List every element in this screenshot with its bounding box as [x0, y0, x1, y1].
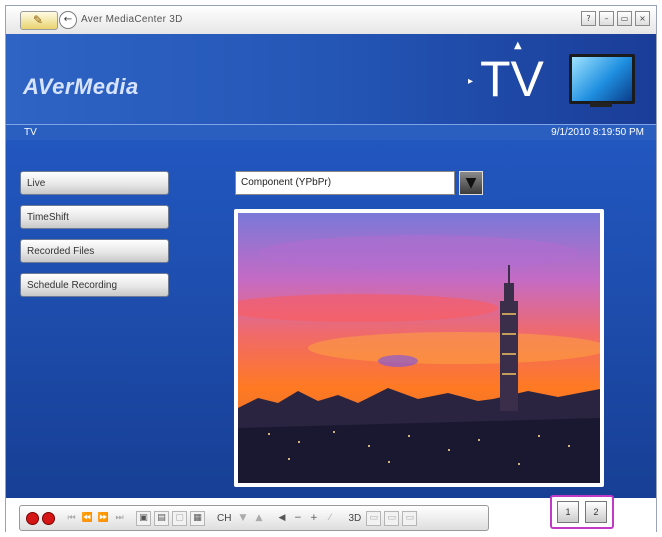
main-panel: Live TimeShift Recorded Files Schedule R… [6, 140, 656, 498]
window-controls: ? – ▭ × [581, 11, 650, 26]
app-menu-button[interactable]: ✎ [20, 11, 58, 30]
window-title: Aver MediaCenter 3D [81, 14, 183, 25]
layout-selector: 1 2 [550, 495, 614, 529]
title-bar: ✎ ← Aver MediaCenter 3D ? – ▭ × [6, 6, 656, 34]
3d-settings-icon[interactable]: ▭ [384, 510, 400, 526]
3d-swap-icon[interactable]: ▭ [402, 510, 418, 526]
skip-end-icon[interactable]: ⏭ [113, 512, 126, 525]
bullet-arrow-icon: ▸ [468, 76, 474, 87]
capture-icon[interactable]: ▤ [154, 510, 169, 526]
nav-schedule-recording-button[interactable]: Schedule Recording [20, 273, 169, 297]
record-icon[interactable] [42, 511, 55, 525]
datetime-display: 9/1/2010 8:19:50 PM [551, 127, 644, 138]
source-select[interactable]: Component (YPbPr) [235, 171, 455, 195]
minimize-button[interactable]: – [599, 11, 614, 26]
rewind-icon[interactable]: ⏪ [81, 512, 94, 525]
fast-forward-icon[interactable]: ⏩ [97, 512, 110, 525]
header-banner: AVerMedia ▲ ▸ TV [6, 34, 656, 124]
video-preview [234, 209, 604, 487]
help-button[interactable]: ? [581, 11, 596, 26]
info-bar: TV 9/1/2010 8:19:50 PM [6, 124, 656, 141]
playback-controls: ⏮ ⏪ ⏩ ⏭ ▣ ▤ ▢ ▦ CH ▼ ▲ ◀ − + ⁄ 3D ▭ ▭ ▭ [19, 505, 489, 531]
mute-icon[interactable]: ⁄ [323, 512, 336, 525]
nav-live-button[interactable]: Live [20, 171, 169, 195]
close-button[interactable]: × [635, 11, 650, 26]
back-arrow-icon: ← [63, 14, 73, 25]
stop-record-icon[interactable] [26, 511, 39, 525]
layout-1-button[interactable]: 1 [557, 501, 579, 523]
nav-timeshift-button[interactable]: TimeShift [20, 205, 169, 229]
preview-image [238, 213, 600, 483]
channel-down-icon[interactable]: ▼ [236, 512, 249, 525]
volume-down-icon[interactable]: − [291, 512, 304, 525]
speaker-icon[interactable]: ◀ [275, 512, 288, 525]
layout-2-button[interactable]: 2 [585, 501, 607, 523]
tv-screen-icon [569, 54, 635, 104]
3d-label: 3D [348, 512, 362, 524]
restore-button[interactable]: ▭ [617, 11, 632, 26]
pen-icon: ✎ [33, 13, 44, 27]
app-window: ✎ ← Aver MediaCenter 3D ? – ▭ × AVerMedi… [5, 5, 657, 532]
volume-up-icon[interactable]: + [307, 512, 320, 525]
breadcrumb: TV [24, 127, 37, 138]
pip-icon[interactable]: ▢ [172, 510, 187, 526]
teletext-icon[interactable]: ▦ [190, 510, 205, 526]
mouse-cursor-icon: ▲ [514, 40, 522, 51]
tv-stand-icon [590, 102, 612, 107]
3d-mode-icon[interactable]: ▭ [366, 510, 382, 526]
nav-recorded-files-button[interactable]: Recorded Files [20, 239, 169, 263]
brand-logo: AVerMedia [23, 74, 139, 99]
dropdown-arrow-button[interactable]: ▼ [459, 171, 483, 195]
skip-start-icon[interactable]: ⏮ [65, 512, 78, 525]
section-heading: TV [480, 51, 544, 107]
back-button[interactable]: ← [59, 11, 77, 29]
triangle-down-icon: ▼ [465, 175, 477, 191]
channel-label: CH [217, 512, 232, 524]
snapshot-icon[interactable]: ▣ [136, 510, 151, 526]
channel-up-icon[interactable]: ▲ [252, 512, 265, 525]
